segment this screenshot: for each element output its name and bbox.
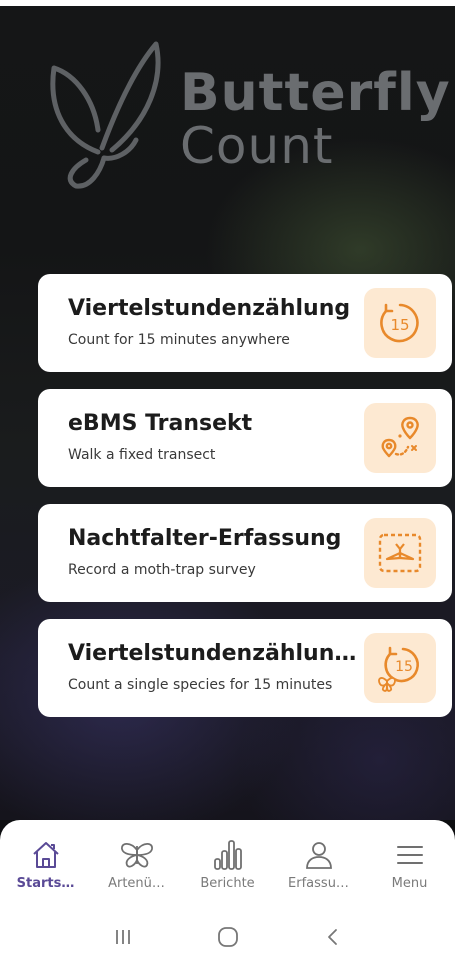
status-bar	[0, 0, 455, 6]
butterfly-logo-icon	[46, 40, 166, 194]
home-button[interactable]	[208, 917, 248, 957]
hamburger-icon	[396, 838, 424, 872]
home-icon	[31, 838, 61, 872]
nav-item-start[interactable]: Starts…	[0, 838, 91, 898]
card-title: Viertelstundenzählung	[68, 296, 351, 321]
card-quarter-hour-count[interactable]: Viertelstundenzählung Count for 15 minut…	[38, 274, 452, 372]
nav-label: Artenü…	[108, 876, 165, 891]
logo-line-2: Count	[180, 117, 334, 175]
bar-chart-icon	[213, 838, 243, 872]
system-navigation-bar	[0, 912, 455, 962]
nav-label: Berichte	[200, 876, 255, 891]
card-subtitle: Record a moth-trap survey	[68, 562, 256, 578]
card-title: eBMS Transekt	[68, 411, 253, 436]
nav-item-reports[interactable]: Berichte	[182, 838, 273, 898]
nav-label: Menu	[391, 876, 428, 891]
nav-item-recorder[interactable]: Erfassu…	[273, 838, 364, 898]
app-logo-title: Butterfly Count	[180, 66, 451, 172]
nav-item-menu[interactable]: Menu	[364, 838, 455, 898]
timer-number: 15	[390, 316, 409, 334]
timer-15-butterfly-icon: 15	[364, 633, 436, 703]
timer-number: 15	[395, 659, 413, 675]
route-pin-icon	[364, 403, 436, 473]
nav-label: Starts…	[16, 876, 75, 891]
card-ebms-transect[interactable]: eBMS Transekt Walk a fixed transect	[38, 389, 452, 487]
back-button[interactable]	[313, 917, 353, 957]
card-subtitle: Walk a fixed transect	[68, 447, 216, 463]
card-title: Viertelstundenzählung…	[68, 641, 358, 666]
card-moth-survey[interactable]: Nachtfalter-Erfassung Record a moth-trap…	[38, 504, 452, 602]
person-icon	[304, 838, 334, 872]
card-subtitle: Count for 15 minutes anywhere	[68, 332, 290, 348]
card-subtitle: Count a single species for 15 minutes	[68, 677, 333, 693]
card-title: Nachtfalter-Erfassung	[68, 526, 342, 551]
moth-trap-icon	[364, 518, 436, 588]
nav-item-species[interactable]: Artenü…	[91, 838, 182, 898]
timer-15-icon: 15	[364, 288, 436, 358]
logo-line-1: Butterfly	[180, 63, 451, 123]
bottom-navigation: Starts… Artenü… Berichte Erfassu… Menu	[0, 838, 455, 898]
card-single-species-count[interactable]: Viertelstundenzählung… Count a single sp…	[38, 619, 452, 717]
recent-apps-button[interactable]	[103, 917, 143, 957]
nav-label: Erfassu…	[288, 876, 349, 891]
butterfly-icon	[119, 838, 155, 872]
